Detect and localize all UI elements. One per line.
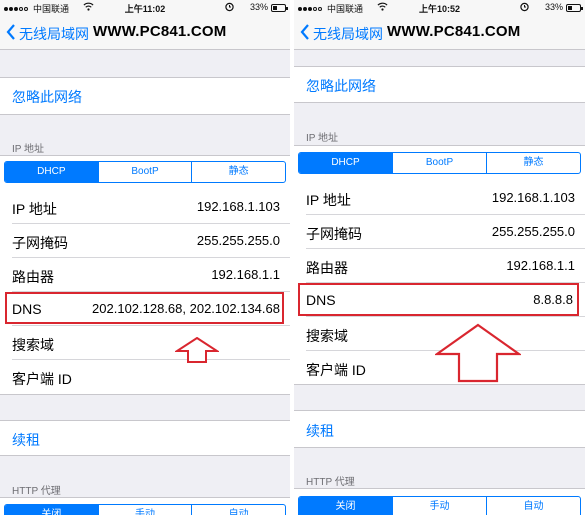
- ip-section-header: IP 地址: [306, 133, 339, 144]
- tab-proxy-manual[interactable]: 手动: [97, 505, 192, 515]
- forget-network-button[interactable]: 忽略此网络: [12, 87, 82, 107]
- battery-percent: 33%: [249, 2, 268, 12]
- up-arrow-icon: [175, 337, 219, 363]
- router-row: 路由器 192.168.1.1: [294, 249, 585, 283]
- row-label: 路由器: [306, 260, 348, 276]
- battery-icon: [271, 4, 288, 12]
- tab-proxy-off[interactable]: 关闭: [5, 505, 98, 515]
- row-label: IP 地址: [12, 201, 57, 217]
- up-arrow-icon: [435, 323, 521, 383]
- row-value: 192.168.1.1: [211, 267, 280, 282]
- http-proxy-segmented-control[interactable]: 关闭 手动 自动: [298, 496, 581, 515]
- back-chevron-icon[interactable]: [300, 24, 310, 40]
- http-proxy-segmented-control[interactable]: 关闭 手动 自动: [4, 504, 286, 515]
- lock-icon: [225, 2, 234, 12]
- ip-mode-segmented-control[interactable]: DHCP BootP 静态: [298, 152, 581, 174]
- back-button[interactable]: 无线局域网: [313, 24, 383, 44]
- phone-screenshot-left: 中国联通 上午11:02 33% 无线局域网 WWW.PC841.COM 忽略此…: [0, 0, 290, 515]
- lock-icon: [520, 2, 529, 12]
- ip-mode-segmented-control[interactable]: DHCP BootP 静态: [4, 161, 286, 183]
- search-domain-row[interactable]: 搜索域: [0, 326, 290, 360]
- renew-lease-row[interactable]: 续租: [294, 410, 585, 448]
- http-proxy-list: 关闭 手动 自动: [294, 488, 585, 515]
- navigation-bar: 无线局域网 WWW.PC841.COM: [294, 16, 585, 50]
- ip-section-header: IP 地址: [12, 144, 45, 155]
- ip-address-row: IP 地址 192.168.1.103: [0, 190, 290, 224]
- tab-dhcp[interactable]: DHCP: [299, 153, 392, 173]
- dns-highlight-box: [5, 292, 284, 324]
- tab-proxy-auto[interactable]: 自动: [486, 497, 580, 515]
- row-value: 192.168.1.1: [506, 258, 575, 273]
- tab-bootp[interactable]: BootP: [97, 162, 192, 182]
- renew-lease-row[interactable]: 续租: [0, 420, 290, 456]
- dns-highlight-box: [298, 283, 579, 316]
- row-label: 子网掩码: [12, 235, 68, 251]
- row-label: IP 地址: [306, 192, 351, 208]
- subnet-mask-row: 子网掩码 255.255.255.0: [294, 215, 585, 249]
- row-value: 192.168.1.103: [491, 190, 575, 205]
- renew-lease-button[interactable]: 续租: [12, 430, 40, 450]
- status-time: 上午11:02: [124, 4, 166, 14]
- tab-bootp[interactable]: BootP: [392, 153, 486, 173]
- row-label: 子网掩码: [306, 226, 362, 242]
- row-label: 路由器: [12, 269, 54, 285]
- tab-proxy-manual[interactable]: 手动: [392, 497, 486, 515]
- renew-lease-button[interactable]: 续租: [306, 421, 334, 441]
- page-title: WWW.PC841.COM: [93, 23, 227, 40]
- row-label: 客户端 ID: [12, 371, 72, 387]
- router-row: 路由器 192.168.1.1: [0, 258, 290, 292]
- row-label: 搜索域: [306, 328, 348, 344]
- http-proxy-section-header: HTTP 代理: [12, 486, 61, 497]
- forget-network-row[interactable]: 忽略此网络: [0, 77, 290, 115]
- http-proxy-list: 关闭 手动 自动: [0, 497, 290, 515]
- back-chevron-icon[interactable]: [6, 24, 16, 40]
- back-button[interactable]: 无线局域网: [19, 24, 89, 44]
- phone-screenshot-right: 中国联通 上午10:52 33% 无线局域网 WWW.PC841.COM 忽略此…: [294, 0, 585, 515]
- row-value: 192.168.1.103: [196, 199, 280, 214]
- subnet-mask-row: 子网掩码 255.255.255.0: [0, 224, 290, 258]
- battery-percent: 33%: [544, 2, 563, 12]
- tab-proxy-auto[interactable]: 自动: [191, 505, 285, 515]
- forget-network-button[interactable]: 忽略此网络: [306, 76, 376, 96]
- tab-static[interactable]: 静态: [191, 162, 285, 182]
- tab-static[interactable]: 静态: [486, 153, 580, 173]
- status-bar: 中国联通 上午11:02 33%: [0, 0, 290, 16]
- row-value: 255.255.255.0: [196, 233, 280, 248]
- tab-proxy-off[interactable]: 关闭: [299, 497, 392, 515]
- ip-settings-list: DHCP BootP 静态 IP 地址 192.168.1.103 子网掩码 2…: [0, 155, 290, 395]
- battery-icon: [566, 4, 583, 12]
- status-bar: 中国联通 上午10:52 33%: [294, 0, 585, 16]
- navigation-bar: 无线局域网 WWW.PC841.COM: [0, 16, 290, 50]
- ip-address-row: IP 地址 192.168.1.103: [294, 181, 585, 215]
- page-title: WWW.PC841.COM: [387, 23, 521, 40]
- forget-network-row[interactable]: 忽略此网络: [294, 66, 585, 103]
- client-id-row[interactable]: 客户端 ID: [0, 360, 290, 394]
- row-label: 搜索域: [12, 337, 54, 353]
- tab-dhcp[interactable]: DHCP: [5, 162, 98, 182]
- status-time: 上午10:52: [418, 4, 461, 14]
- row-value: 255.255.255.0: [491, 224, 575, 239]
- http-proxy-section-header: HTTP 代理: [306, 477, 355, 488]
- row-label: 客户端 ID: [306, 362, 366, 378]
